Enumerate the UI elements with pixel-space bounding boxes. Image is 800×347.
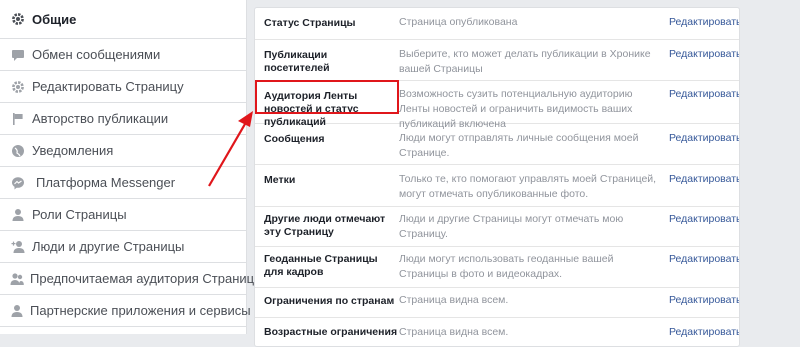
annotation-arrow	[208, 111, 253, 187]
